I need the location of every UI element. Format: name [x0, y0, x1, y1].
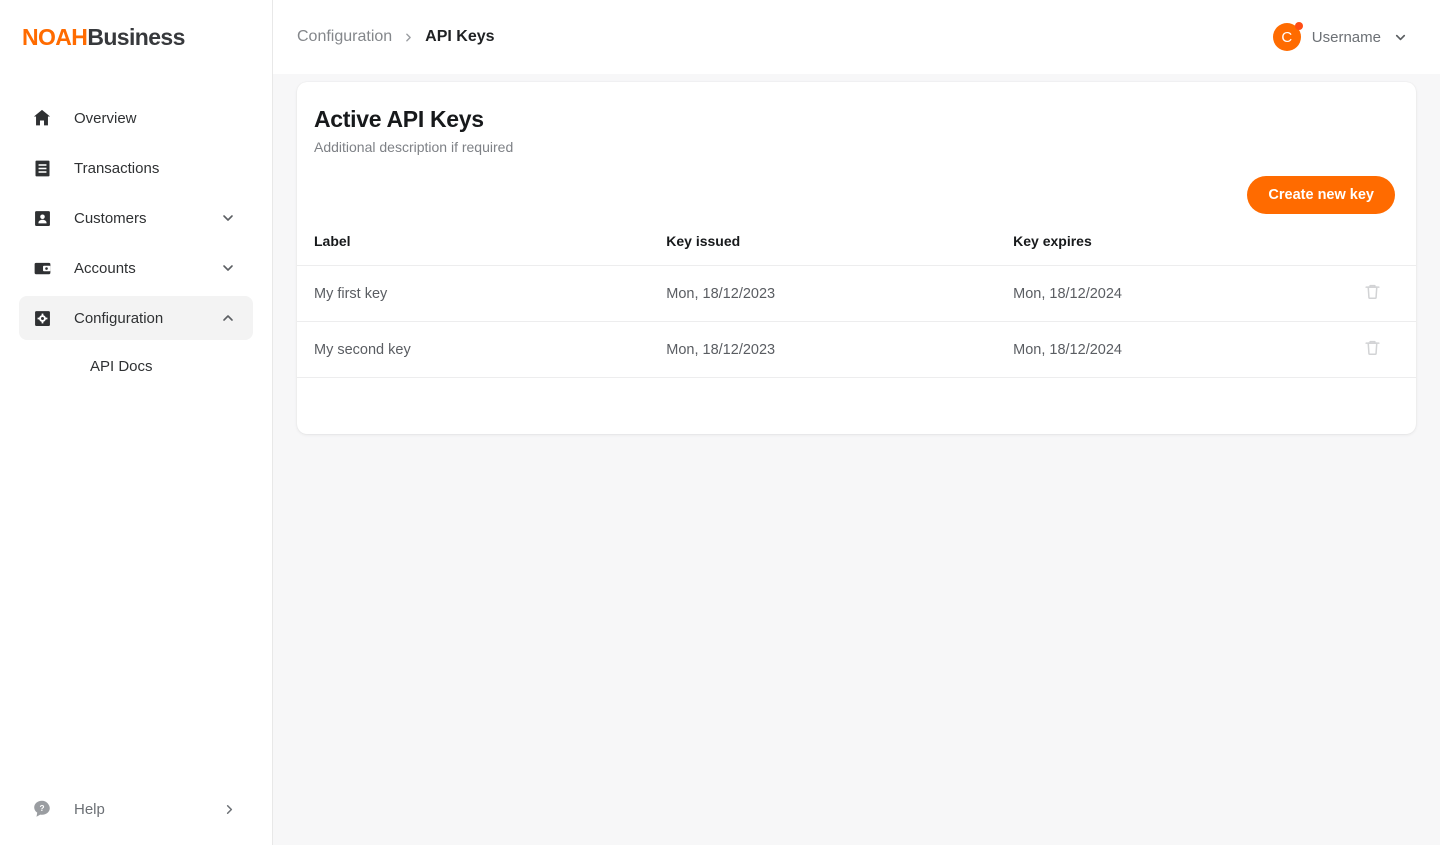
sidebar-item-customers[interactable]: Customers [19, 196, 253, 240]
app-root: NOAHBusiness Overview Transactions Custo… [0, 0, 1440, 845]
table-footer-cell [1326, 377, 1416, 434]
sidebar-item-accounts[interactable]: Accounts [19, 246, 253, 290]
help-bubble-icon: ? [30, 797, 54, 821]
sidebar: NOAHBusiness Overview Transactions Custo… [0, 0, 273, 845]
chevron-right-icon[interactable] [221, 801, 237, 817]
breadcrumb: Configuration API Keys [297, 28, 495, 46]
sidebar-item-label: Transactions [74, 159, 160, 177]
page-title: Active API Keys [314, 106, 484, 132]
main-area: Configuration API Keys C Username Active… [273, 0, 1440, 845]
username-label: Username [1311, 28, 1381, 46]
cell-actions [1326, 321, 1416, 378]
table-row: My second key Mon, 18/12/2023 Mon, 18/12… [297, 321, 1416, 378]
table-row: My first key Mon, 18/12/2023 Mon, 18/12/… [297, 265, 1416, 322]
topbar: Configuration API Keys C Username [273, 0, 1440, 74]
page-description: Additional description if required [314, 139, 514, 156]
gear-box-icon [30, 306, 54, 330]
sidebar-footer: ? Help [0, 787, 272, 845]
brand-text: NOAHBusiness [22, 26, 185, 49]
card-header: Active API Keys Additional description i… [297, 82, 1416, 155]
sidebar-subitem-api-docs[interactable]: API Docs [19, 346, 253, 386]
chevron-down-icon[interactable] [219, 259, 237, 277]
breadcrumb-current: API Keys [425, 28, 495, 45]
brand-primary: NOAH [22, 24, 88, 50]
table-footer-row [297, 377, 1416, 434]
table-body: My first key Mon, 18/12/2023 Mon, 18/12/… [297, 265, 1416, 434]
column-header-label: Label [314, 233, 351, 250]
cell-actions [1326, 265, 1416, 322]
brand-secondary: Business [87, 24, 185, 50]
api-keys-table: Label Key issued Key expires My first ke… [297, 233, 1416, 434]
sidebar-item-label: Overview [74, 109, 137, 127]
column-header-key-issued: Key issued [666, 233, 741, 250]
table-header-row: Label Key issued Key expires [297, 233, 1416, 266]
cell-key-issued: Mon, 18/12/2023 [666, 321, 1014, 378]
table-header: Label Key issued Key expires [297, 233, 1416, 266]
person-card-icon [30, 206, 54, 230]
sidebar-item-overview[interactable]: Overview [19, 96, 253, 140]
delete-key-button[interactable] [1363, 338, 1382, 360]
home-icon [30, 106, 54, 130]
sidebar-subitem-label: API Docs [90, 357, 153, 375]
breadcrumb-parent[interactable]: Configuration [297, 28, 392, 46]
sidebar-item-configuration[interactable]: Configuration [19, 296, 253, 340]
api-keys-card: Active API Keys Additional description i… [297, 82, 1416, 434]
chevron-down-icon[interactable] [219, 209, 237, 227]
delete-key-button[interactable] [1363, 282, 1382, 304]
svg-text:?: ? [39, 804, 44, 813]
cell-label: My first key [297, 265, 667, 322]
sidebar-item-transactions[interactable]: Transactions [19, 146, 253, 190]
trash-icon [1363, 338, 1382, 360]
avatar: C [1272, 22, 1303, 51]
cell-key-issued: Mon, 18/12/2023 [666, 265, 1014, 322]
sidebar-help-label: Help [74, 800, 105, 818]
cell-key-expires: Mon, 18/12/2024 [1013, 265, 1327, 322]
create-new-key-button[interactable]: Create new key [1247, 176, 1395, 215]
chevron-down-icon[interactable] [1392, 29, 1408, 45]
sidebar-nav: Overview Transactions Customers Accounts… [0, 96, 272, 386]
table-footer-cell [666, 377, 1014, 434]
receipt-icon [30, 156, 54, 180]
chevron-right-icon [402, 31, 415, 44]
brand-logo[interactable]: NOAHBusiness [0, 0, 272, 78]
user-menu[interactable]: C Username [1272, 22, 1416, 51]
content-area: Active API Keys Additional description i… [273, 74, 1440, 845]
card-actions: Create new key [297, 155, 1416, 215]
column-header-actions [1326, 233, 1416, 266]
cell-label: My second key [297, 321, 667, 378]
cell-key-expires: Mon, 18/12/2024 [1013, 321, 1327, 378]
sidebar-item-label: Customers [74, 209, 147, 227]
wallet-icon [30, 256, 54, 280]
trash-icon [1363, 282, 1382, 304]
sidebar-item-label: Accounts [74, 259, 136, 277]
table-footer-cell [1013, 377, 1327, 434]
column-header-key-expires: Key expires [1013, 233, 1092, 250]
chevron-up-icon[interactable] [219, 309, 237, 327]
table-footer-cell [297, 377, 667, 434]
notification-dot [1294, 22, 1303, 30]
sidebar-item-label: Configuration [74, 309, 164, 327]
sidebar-item-help[interactable]: ? Help [19, 787, 253, 831]
